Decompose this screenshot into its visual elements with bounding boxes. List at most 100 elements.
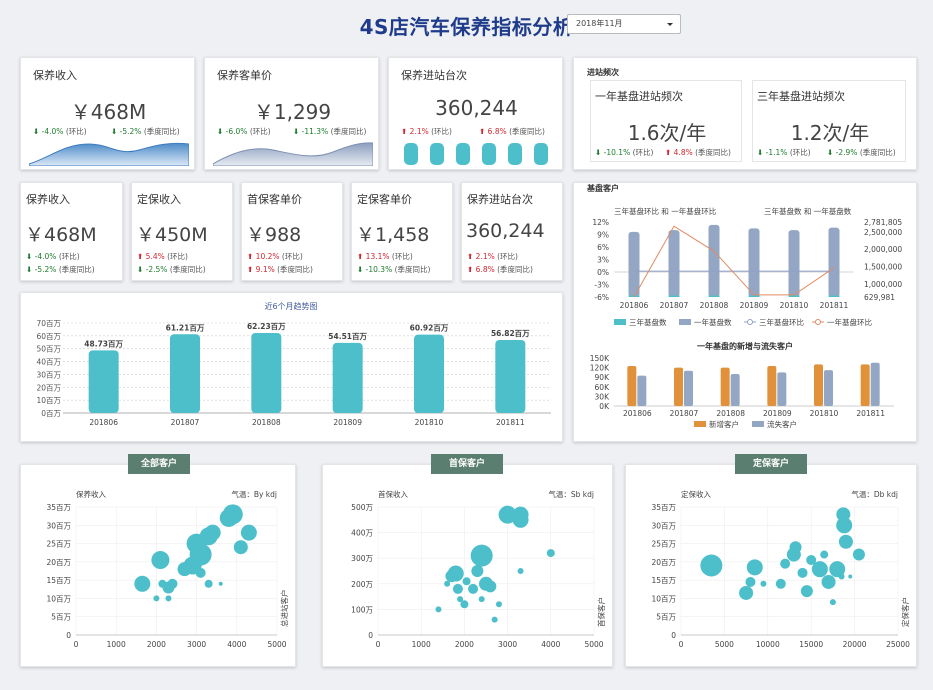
x-tick-label: 3000 [498, 640, 517, 649]
bubble-chart-regular: 定保收入 气温：Db kdj 定保客户 0 5百万 10百万 15百万 20百万 25百万 30百… [651, 489, 910, 649]
page-title: 4S店汽车保养指标分析 [359, 15, 574, 39]
bubble-tab-regular[interactable]: 定保客户 [735, 454, 807, 474]
bubble [829, 599, 836, 606]
x-tick-label: 3000 [187, 640, 206, 649]
kpi-card: 保养收入 ￥468M ⬇ -4.0% (环比) ⬇ -5.2% (季度同比) [20, 182, 123, 281]
x-tick-label: 201810 [415, 418, 444, 427]
x-tick-label: 5000 [584, 640, 603, 649]
bubble [820, 550, 829, 559]
bar-one-year [748, 228, 760, 297]
y-tick-label: 400万 [351, 529, 373, 538]
bubble [746, 559, 763, 576]
visit-pill [482, 143, 496, 165]
mom-change: ⬆ 2.1% (环比) [401, 127, 452, 136]
freq-one: 一年基盘进站频次 1.6次/年 ⬇ -10.1% (环比) ⬆ 4.8% (季度… [590, 80, 742, 162]
kpi-mom: ⬆ 10.2% (环比) [247, 252, 303, 261]
y-left-tick: 6% [597, 243, 609, 252]
bubble [204, 524, 221, 541]
bar-three-year [828, 295, 840, 297]
chart-title: 近6个月趋势图 [264, 301, 317, 311]
bar-new [720, 367, 730, 406]
bubble-card-all: 保养收入 气温：By kdj 总进站客户 0 5百万 10百万 15百万 20百万 25百万 30… [20, 464, 296, 667]
kpi-mom: ⬆ 5.4% (环比) [137, 252, 188, 261]
x-tick-label: 2000 [147, 640, 166, 649]
chevron-down-icon [667, 23, 673, 26]
card-visits: 保养进站台次 360,244 ⬆ 2.1% (环比) ⬆ 6.8% (季度同比) [388, 57, 563, 170]
y-axis-title: 保养收入 [76, 489, 106, 499]
bubble [780, 558, 791, 569]
data-label: 56.82百万 [491, 329, 530, 338]
legend-label: 一年基盘数 [694, 317, 732, 327]
chart-subtitle-right: 三年基盘数 和 一年基盘数 [764, 206, 852, 216]
data-label: 60.92百万 [410, 324, 449, 333]
x-tick-label: 1000 [412, 640, 431, 649]
chart-subtitle-left: 三年基盘环比 和 一年基盘环比 [614, 206, 717, 216]
x-tick-label: 201810 [810, 409, 839, 418]
bubble [478, 596, 485, 603]
bar [332, 342, 363, 413]
bar-one-year [628, 231, 640, 297]
legend-swatch [694, 421, 706, 427]
kpi-yoy: ⬇ -2.5% (季度同比) [137, 265, 206, 274]
kpi-label: 定保收入 [137, 193, 181, 206]
bubble [435, 606, 442, 613]
y-tick-label: 20百万 [46, 558, 71, 567]
bar-lost [637, 375, 647, 406]
bar [251, 332, 282, 413]
legend-label: 一年基盘环比 [827, 317, 872, 327]
bar [88, 350, 119, 413]
mom-change: ⬇ -6.0% (环比) [217, 127, 271, 136]
bubble-tab-all[interactable]: 全部客户 [128, 454, 190, 474]
y-axis-title: 定保收入 [681, 489, 711, 499]
y-tick-label: 5百万 [656, 613, 676, 622]
bubble [797, 567, 808, 578]
freq-panel: 进站频次 一年基盘进站频次 1.6次/年 ⬇ -10.1% (环比) ⬆ 4.8… [573, 57, 917, 170]
bubble [240, 524, 257, 541]
y-tick-label: 10百万 [46, 594, 71, 603]
bubble [460, 600, 469, 609]
bubble [222, 504, 243, 525]
x-tick-label: 201808 [716, 409, 745, 418]
y-tick-label: 0 [66, 631, 71, 640]
bubble [471, 565, 484, 577]
kpi-label: 首保客单价 [247, 193, 302, 206]
visit-pill [404, 143, 418, 165]
yoy-change: ⬇ -2.9% (季度同比) [827, 148, 896, 157]
x-tick-label: 5000 [267, 640, 286, 649]
period-select[interactable]: 2018年11月 [567, 14, 681, 34]
section-title: 进站频次 [587, 68, 619, 77]
card-label: 保养进站台次 [401, 69, 467, 82]
mom-change: ⬇ -10.1% (环比) [595, 148, 654, 157]
y-tick-label: 100万 [351, 605, 373, 614]
bubble [491, 616, 498, 623]
x-tick-label: 201807 [171, 418, 200, 427]
x-tick-label: 10000 [756, 640, 780, 649]
trend-chart-card: 近6个月趋势图 0百万 10百万 20百万 30百万 40百万 50百万 60百万 70百万 48… [20, 292, 563, 442]
bubble [447, 565, 464, 582]
bar-one-year [668, 230, 680, 297]
y-left-tick: -3% [594, 281, 609, 290]
card-price: 保养客单价 ￥1,299 ⬇ -6.0% (环比) ⬇ -11.3% (季度同比… [204, 57, 379, 170]
kpi-yoy: ⬆ 6.8% (季度同比) [467, 265, 533, 274]
kpi-yoy: ⬇ -5.2% (季度同比) [26, 265, 95, 274]
bar-lost [870, 362, 880, 406]
bar-lost [684, 370, 693, 406]
legend-marker [747, 319, 753, 325]
x-tick-label: 201807 [660, 301, 689, 310]
bubble [546, 549, 555, 558]
x-tick-label: 4000 [541, 640, 560, 649]
bar [495, 339, 526, 413]
x-tick-label: 201810 [780, 301, 809, 310]
legend-swatch [614, 319, 626, 325]
bubble-tab-first[interactable]: 首保客户 [431, 454, 503, 474]
bar-three-year [668, 295, 680, 297]
bubble [470, 544, 493, 567]
visit-pill [508, 143, 522, 165]
card-value: 360,244 [435, 96, 518, 120]
bar-one-year [708, 224, 720, 297]
bubble [151, 551, 170, 570]
legend-label: 新增客户 [709, 419, 739, 429]
y-tick-label: 60百万 [36, 332, 61, 341]
data-label: 48.73百万 [84, 339, 123, 348]
bubble [444, 580, 451, 587]
